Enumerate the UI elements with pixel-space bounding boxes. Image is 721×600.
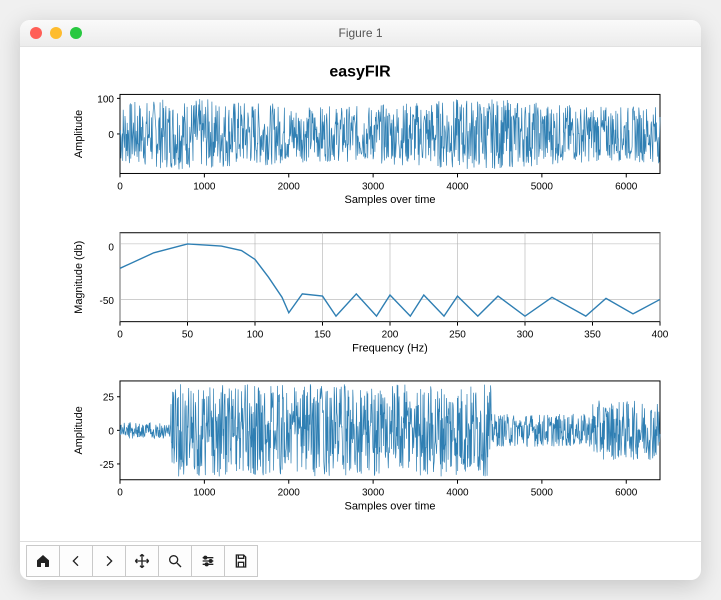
back-button[interactable] [59,545,93,577]
ytick: 25 [103,393,115,404]
svg-text:0: 0 [117,330,123,341]
svg-text:50: 50 [182,330,194,341]
figure-window: Figure 1 easyFIR 100 0 Amplitude 0100020… [20,20,701,580]
svg-text:3000: 3000 [362,488,385,499]
svg-text:2000: 2000 [278,181,301,192]
svg-text:300: 300 [517,330,534,341]
ylabel: Magnitude (db) [73,241,85,314]
figure-canvas[interactable]: easyFIR 100 0 Amplitude 0100020003000400… [20,47,701,541]
axes-filtered-signal: 25 0 -25 Amplitude 0 1000 2000 3000 4000 5000… [73,381,660,512]
configure-button[interactable] [191,545,225,577]
ylabel: Amplitude [73,110,85,158]
svg-text:5000: 5000 [531,181,554,192]
svg-text:6000: 6000 [615,181,638,192]
xlabel: Samples over time [345,194,436,206]
svg-text:2000: 2000 [278,488,301,499]
svg-text:350: 350 [584,330,601,341]
svg-text:5000: 5000 [531,488,554,499]
home-button[interactable] [26,545,60,577]
maximize-icon[interactable] [70,27,82,39]
close-icon[interactable] [30,27,42,39]
svg-text:100: 100 [247,330,264,341]
svg-text:150: 150 [314,330,331,341]
figure-suptitle: easyFIR [329,64,391,81]
svg-text:200: 200 [382,330,399,341]
svg-text:4000: 4000 [446,181,469,192]
xlabel: Samples over time [345,500,436,512]
ytick: 0 [108,130,114,141]
minimize-icon[interactable] [50,27,62,39]
svg-text:0: 0 [117,488,123,499]
forward-button[interactable] [92,545,126,577]
pan-button[interactable] [125,545,159,577]
ytick: 0 [108,243,114,254]
svg-text:6000: 6000 [615,488,638,499]
ytick: 0 [108,426,114,437]
svg-text:250: 250 [449,330,466,341]
axes-filter-response: 0 -50 Magnitude (db) 0 50 100 150 200 250 300 3… [73,233,669,355]
zoom-button[interactable] [158,545,192,577]
ylabel: Amplitude [73,406,85,454]
svg-text:1000: 1000 [193,488,216,499]
svg-text:4000: 4000 [446,488,469,499]
svg-text:3000: 3000 [362,181,385,192]
axes-raw-signal: 100 0 Amplitude 0 1000 2000 3000 4000 5000 600… [73,94,660,206]
traffic-lights [30,27,82,39]
filtered-signal-line [120,384,660,476]
svg-text:400: 400 [652,330,669,341]
raw-signal-line [120,99,660,169]
titlebar[interactable]: Figure 1 [20,20,701,47]
ytick: 100 [97,94,114,105]
svg-text:1000: 1000 [193,181,216,192]
svg-text:0: 0 [117,181,123,192]
xlabel: Frequency (Hz) [352,342,428,354]
mpl-toolbar [20,541,701,580]
ytick: -50 [100,296,115,307]
window-title: Figure 1 [20,26,701,40]
ytick: -25 [100,460,115,471]
save-button[interactable] [224,545,258,577]
